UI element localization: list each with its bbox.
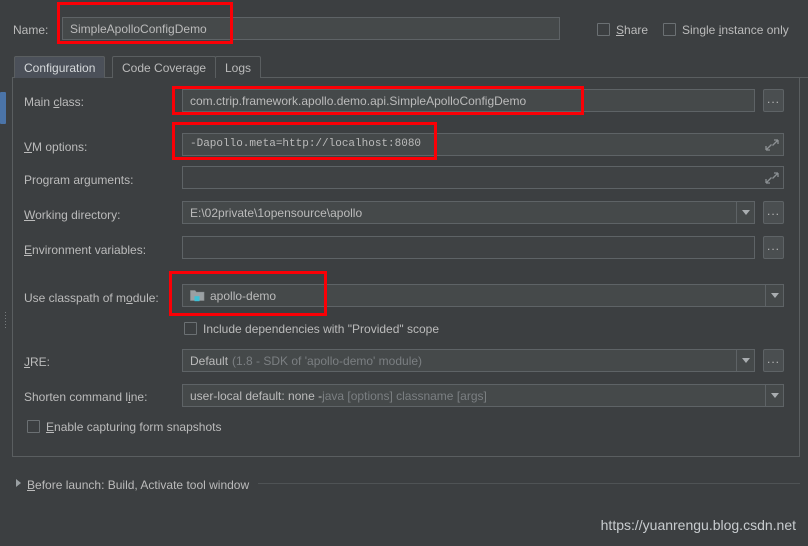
- main-class-browse-button[interactable]: ...: [763, 89, 784, 112]
- tab-logs[interactable]: Logs: [215, 56, 262, 78]
- name-label-text: Name:: [13, 23, 49, 37]
- before-launch-separator: [258, 483, 800, 484]
- name-label: Name:: [13, 24, 48, 36]
- use-classpath-of-module-label: Use classpath of module:Use classpath of…: [24, 291, 159, 305]
- watermark-text: https://yuanrengu.blog.csdn.net: [600, 517, 796, 533]
- main-class-value: com.ctrip.framework.apollo.demo.api.Simp…: [190, 93, 527, 108]
- program-arguments-input[interactable]: [182, 166, 784, 189]
- single-instance-checkbox[interactable]: [663, 23, 676, 36]
- environment-variables-browse-label: ...: [766, 238, 780, 253]
- jre-value-secondary: (1.8 - SDK of 'apollo-demo' module): [232, 353, 423, 368]
- share-checkbox[interactable]: [597, 23, 610, 36]
- working-directory-label: Working directory:Working directory:: [24, 208, 121, 222]
- module-folder-icon: [190, 289, 205, 302]
- jre-value-primary: Default: [190, 353, 229, 368]
- jre-dropdown-button[interactable]: [736, 350, 755, 371]
- environment-variables-label: Environment variables:Environment variab…: [24, 243, 147, 257]
- shorten-command-line-combo[interactable]: user-local default: none - java [options…: [182, 384, 784, 407]
- main-class-label: Main class:Main class:: [24, 95, 85, 109]
- working-directory-browse-button[interactable]: ...: [763, 201, 784, 224]
- tab-code-coverage[interactable]: Code Coverage: [112, 56, 217, 78]
- vm-options-label: VM options:VM options:: [24, 140, 88, 154]
- tab-configuration-label: Configuration: [24, 60, 96, 75]
- include-provided-scope-label[interactable]: Include dependencies with "Provided" sco…: [203, 323, 439, 335]
- environment-variables-input[interactable]: [182, 236, 755, 259]
- use-classpath-of-module-combo[interactable]: apollo-demo: [182, 284, 784, 307]
- name-input-value: SimpleApolloConfigDemo: [70, 21, 207, 36]
- watermark-url: https://yuanrengu.blog.csdn.net: [601, 517, 796, 533]
- jre-combo[interactable]: Default (1.8 - SDK of 'apollo-demo' modu…: [182, 349, 755, 372]
- program-arguments-expand-icon[interactable]: [765, 171, 779, 185]
- shorten-command-line-dropdown-button[interactable]: [765, 385, 784, 406]
- jre-browse-label: ...: [766, 351, 780, 366]
- enable-capturing-snapshots-label[interactable]: Enable capturing form snapshotsEnable ca…: [46, 421, 221, 433]
- working-directory-input[interactable]: E:\02private\1opensource\apollo: [182, 201, 755, 224]
- panel-drag-handle[interactable]: [5, 310, 11, 330]
- working-directory-browse-label: ...: [766, 203, 780, 218]
- main-class-browse-label: ...: [766, 91, 780, 106]
- tab-configuration[interactable]: Configuration: [14, 56, 106, 78]
- shorten-command-line-value-secondary: java [options] classname [args]: [322, 388, 487, 403]
- environment-variables-browse-button[interactable]: ...: [763, 236, 784, 259]
- name-input[interactable]: SimpleApolloConfigDemo: [62, 17, 560, 40]
- before-launch-label[interactable]: Before launch: Build, Activate tool wind…: [27, 479, 249, 491]
- vm-options-expand-icon[interactable]: [765, 138, 779, 152]
- enable-capturing-snapshots-checkbox[interactable]: [27, 420, 40, 433]
- tab-code-coverage-label: Code Coverage: [122, 60, 207, 75]
- include-provided-scope-checkbox[interactable]: [184, 322, 197, 335]
- chevron-down-icon: [771, 293, 779, 298]
- vm-options-value: -Dapollo.meta=http://localhost:8080: [190, 138, 422, 150]
- jre-browse-button[interactable]: ...: [763, 349, 784, 372]
- chevron-down-icon: [771, 393, 779, 398]
- left-scrollbar-thumb[interactable]: [0, 92, 6, 124]
- jre-label: JRE:JRE:: [24, 355, 51, 369]
- working-directory-value: E:\02private\1opensource\apollo: [190, 205, 363, 220]
- include-provided-scope-label-text: Include dependencies with "Provided" sco…: [203, 322, 440, 336]
- share-label[interactable]: SSharehare: [616, 24, 648, 36]
- run-configuration-dialog: Name: SimpleApolloConfigDemo SSharehare …: [0, 0, 808, 546]
- vm-options-input[interactable]: -Dapollo.meta=http://localhost:8080: [182, 133, 784, 156]
- use-classpath-of-module-dropdown-button[interactable]: [765, 285, 784, 306]
- use-classpath-of-module-value: apollo-demo: [210, 288, 277, 303]
- single-instance-label[interactable]: Single instance onlySingle instance only: [682, 24, 789, 36]
- shorten-command-line-label: Shorten command line:Shorten command lin…: [24, 390, 148, 404]
- main-class-input[interactable]: com.ctrip.framework.apollo.demo.api.Simp…: [182, 89, 755, 112]
- chevron-down-icon: [742, 358, 750, 363]
- chevron-down-icon: [742, 210, 750, 215]
- tab-logs-label: Logs: [225, 60, 252, 75]
- working-directory-dropdown-button[interactable]: [736, 202, 755, 223]
- program-arguments-label: Program arguments:Program arguments:: [24, 173, 134, 187]
- before-launch-expander-icon[interactable]: [16, 479, 21, 487]
- shorten-command-line-value-primary: user-local default: none -: [190, 388, 323, 403]
